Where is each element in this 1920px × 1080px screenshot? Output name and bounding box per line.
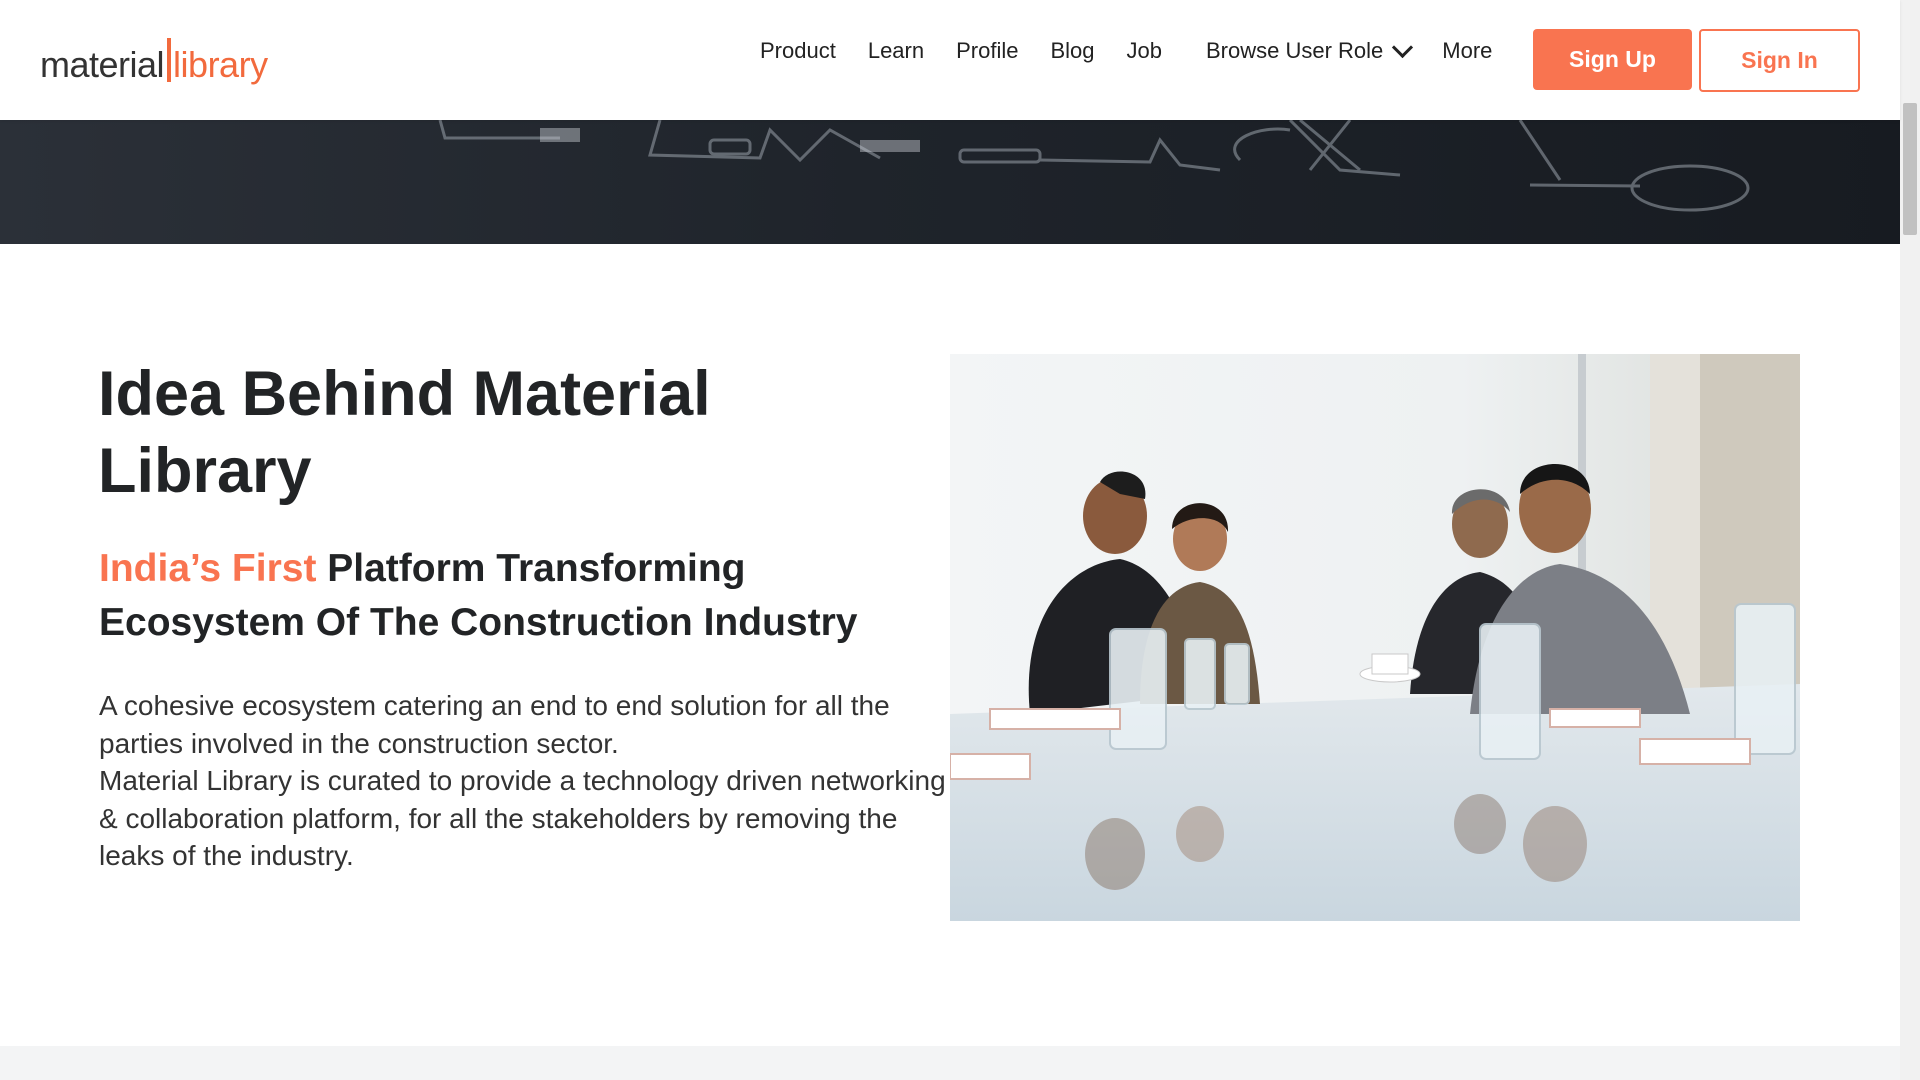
section-title: Idea Behind Material Library — [98, 359, 711, 506]
subtitle-accent: India’s First — [99, 547, 317, 590]
nav-learn[interactable]: Learn — [868, 38, 924, 64]
logo-text-library: library — [173, 44, 268, 85]
business-meeting-photo — [950, 354, 1800, 921]
next-section-strip — [0, 1046, 1900, 1080]
nav-job[interactable]: Job — [1127, 38, 1162, 64]
nav-browse-user-role[interactable]: Browse User Role — [1206, 36, 1414, 64]
nav-profile[interactable]: Profile — [956, 38, 1018, 64]
sign-up-button[interactable]: Sign Up — [1533, 29, 1692, 90]
nav-browse-user-role-label: Browse User Role — [1206, 38, 1384, 63]
material-library-logo[interactable]: material library — [40, 30, 268, 86]
logo-divider — [167, 38, 172, 82]
nav-more[interactable]: More — [1442, 38, 1492, 64]
section-description: A cohesive ecosystem catering an end to … — [99, 687, 949, 875]
sign-in-button[interactable]: Sign In — [1699, 29, 1860, 92]
site-header: material library Product Learn Profile B… — [0, 0, 1900, 120]
hero-banner-image — [0, 120, 1900, 244]
nav-blog[interactable]: Blog — [1050, 38, 1094, 64]
logo-text-material: material — [40, 44, 165, 85]
blueprint-graphic — [438, 120, 1750, 212]
chevron-down-icon — [1392, 36, 1414, 58]
description-paragraph-2: Material Library is curated to provide a… — [99, 765, 946, 871]
page-scrollbar[interactable] — [1900, 0, 1920, 1080]
description-paragraph-1: A cohesive ecosystem catering an end to … — [99, 690, 890, 759]
scrollbar-thumb[interactable] — [1903, 103, 1917, 235]
nav-product[interactable]: Product — [760, 38, 836, 64]
meeting-illustration — [950, 354, 1800, 921]
main-nav: Product Learn Profile Blog Job Browse Us… — [760, 36, 1492, 64]
section-subtitle: India’s First Platform Transforming Ecos… — [99, 542, 959, 650]
about-section: Idea Behind Material Library India’s Fir… — [0, 244, 1900, 1048]
